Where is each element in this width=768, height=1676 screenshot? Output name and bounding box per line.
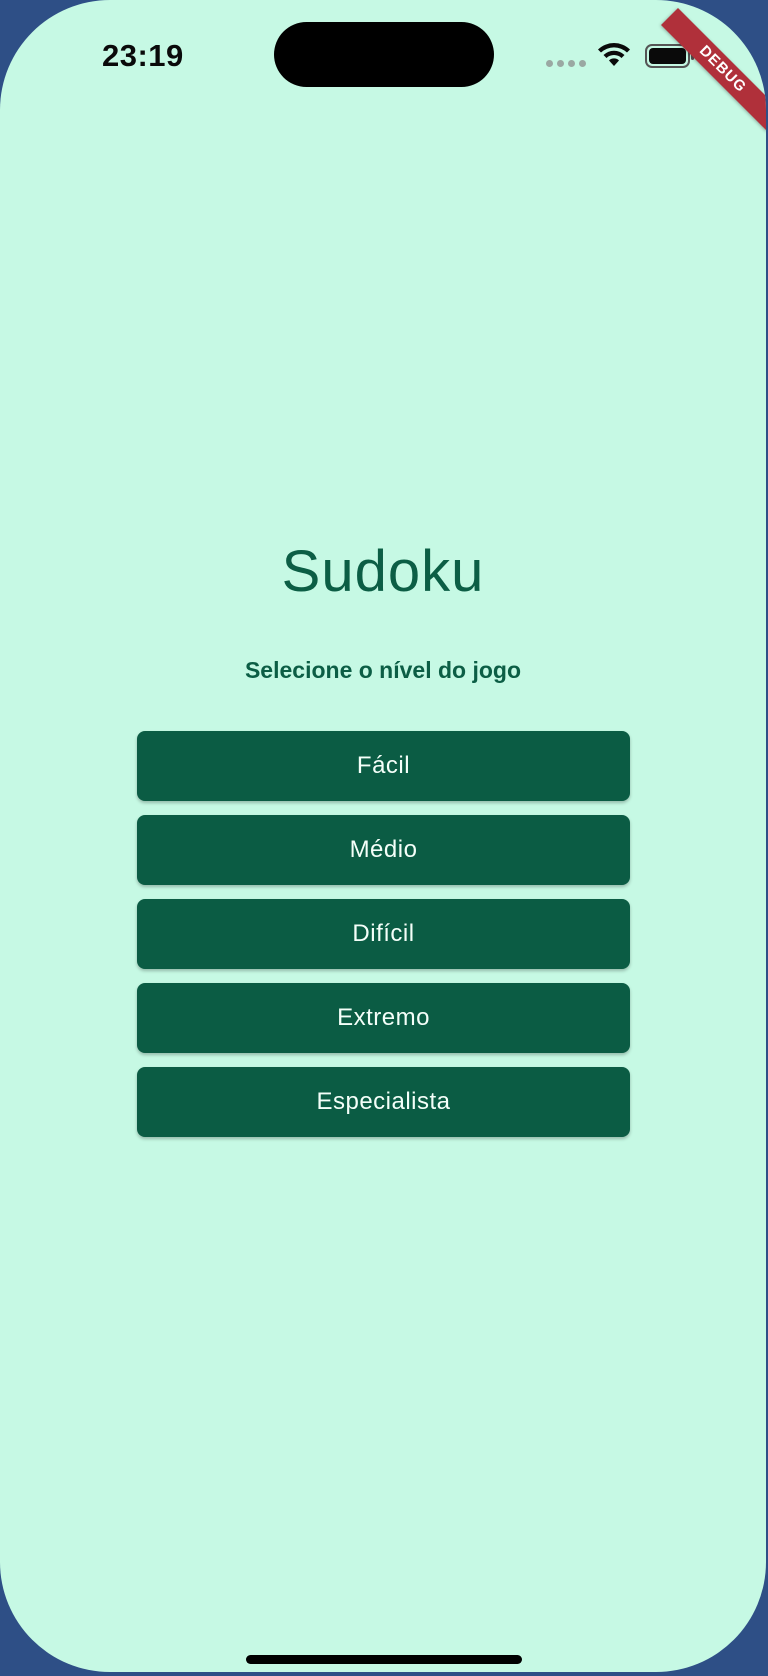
- screen: 23:19 DEBUG Sudoku Selecione o nível do …: [0, 0, 766, 1672]
- app-title: Sudoku: [281, 539, 485, 604]
- dynamic-island: [274, 22, 494, 87]
- cellular-signal-icon: [546, 60, 586, 67]
- level-button-facil[interactable]: Fácil: [137, 731, 630, 801]
- status-time: 23:19: [102, 38, 184, 73]
- level-button-extremo[interactable]: Extremo: [137, 983, 630, 1053]
- debug-banner: DEBUG: [661, 8, 766, 132]
- home-indicator[interactable]: [246, 1655, 522, 1664]
- device-frame: 23:19 DEBUG Sudoku Selecione o nível do …: [0, 0, 768, 1676]
- level-button-especialista[interactable]: Especialista: [137, 1067, 630, 1137]
- level-button-dificil[interactable]: Difícil: [137, 899, 630, 969]
- level-button-medio[interactable]: Médio: [137, 815, 630, 885]
- wifi-icon: [598, 43, 630, 66]
- level-list: Fácil Médio Difícil Extremo Especialista: [137, 731, 630, 1151]
- level-prompt: Selecione o nível do jogo: [244, 657, 522, 683]
